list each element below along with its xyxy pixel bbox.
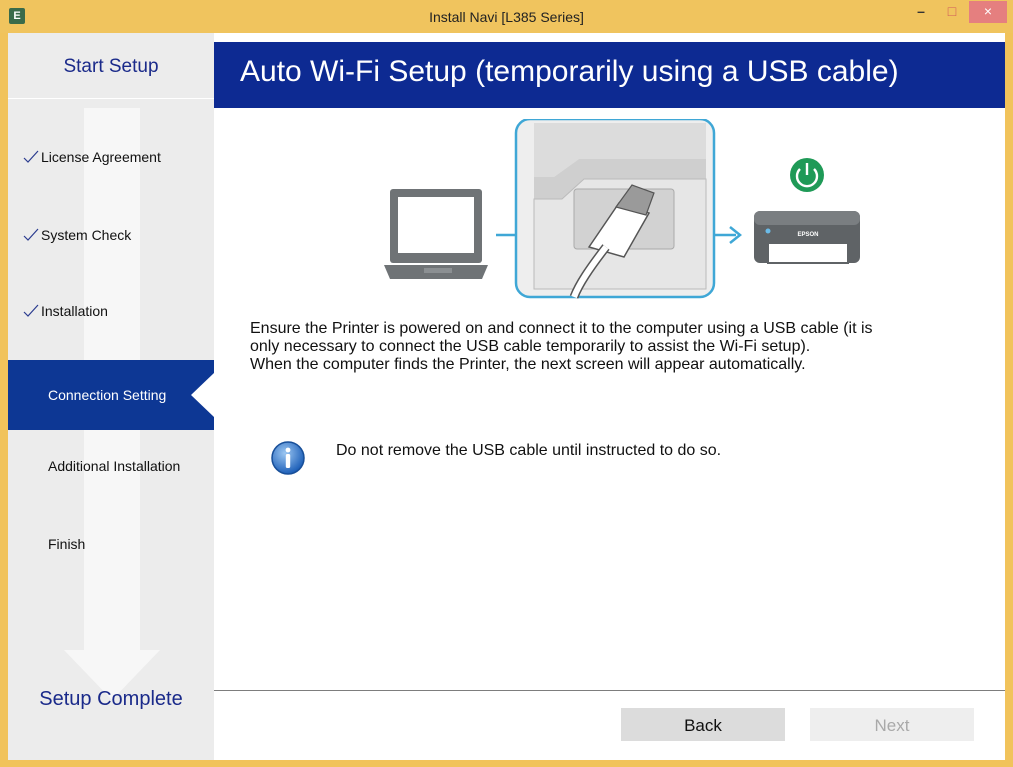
check-icon (23, 304, 39, 317)
close-button[interactable]: × (969, 1, 1007, 23)
check-icon (23, 228, 39, 241)
power-icon (790, 158, 824, 192)
step-label: Installation (41, 303, 108, 319)
usb-port-closeup (514, 119, 716, 299)
installer-window: E Install Navi [L385 Series] – □ × Start… (0, 0, 1013, 767)
step-additional-installation: Additional Installation (8, 454, 214, 484)
footer-separator (214, 690, 1005, 691)
step-label: System Check (41, 227, 132, 243)
minimize-button[interactable]: – (906, 1, 936, 23)
step-installation: Installation (8, 299, 214, 329)
page-header: Auto Wi-Fi Setup (temporarily using a US… (214, 42, 1005, 108)
step-label: License Agreement (41, 149, 161, 165)
instructions-text: Ensure the Printer is powered on and con… (250, 320, 990, 374)
back-button[interactable]: Back (621, 708, 785, 741)
step-finish: Finish (8, 532, 214, 562)
printer-icon: EPSON (754, 211, 860, 264)
info-note-text: Do not remove the USB cable until instru… (336, 442, 722, 459)
active-step-pointer (191, 372, 214, 418)
usb-connection-illustration: EPSON (384, 119, 860, 299)
page-title: Auto Wi-Fi Setup (temporarily using a US… (240, 55, 899, 88)
window-title: Install Navi [L385 Series] (429, 9, 584, 25)
info-icon (271, 441, 305, 475)
title-bar: E Install Navi [L385 Series] – □ × (0, 0, 1013, 33)
instruction-line: When the computer finds the Printer, the… (250, 356, 806, 373)
instruction-line: only necessary to connect the USB cable … (250, 338, 811, 355)
check-icon (23, 150, 39, 163)
step-label: Additional Installation (48, 458, 181, 474)
step-license-agreement: License Agreement (8, 145, 214, 175)
maximize-button[interactable]: □ (938, 1, 966, 23)
setup-complete-label: Setup Complete (39, 688, 183, 710)
laptop-icon (384, 189, 488, 279)
step-label: Finish (48, 536, 86, 552)
steps-sidebar: Start Setup License Agreement System Che… (8, 33, 214, 760)
sidebar-separator (8, 98, 214, 99)
printer-brand-label: EPSON (797, 232, 818, 238)
start-setup-label: Start Setup (63, 56, 159, 77)
step-label: Connection Setting (48, 387, 167, 403)
next-button[interactable]: Next (810, 708, 974, 741)
step-connection-setting: Connection Setting (8, 360, 214, 430)
client-area: Start Setup License Agreement System Che… (8, 33, 1005, 760)
instruction-line: Ensure the Printer is powered on and con… (250, 320, 873, 337)
step-system-check: System Check (8, 223, 214, 253)
